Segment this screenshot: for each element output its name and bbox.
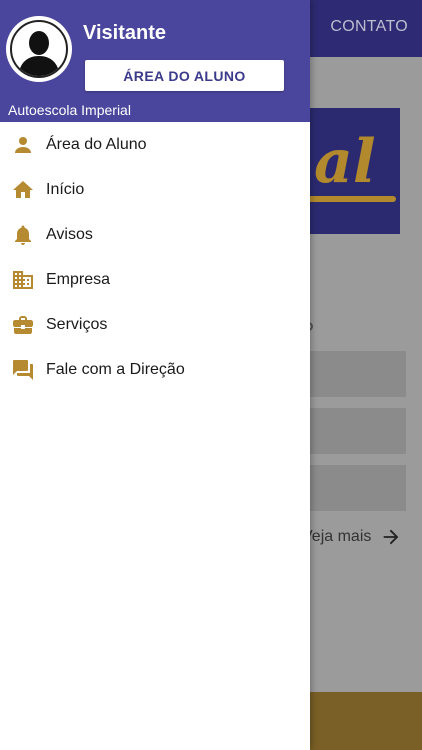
avatar[interactable] [6, 16, 72, 82]
user-name: Visitante [83, 22, 166, 44]
background-logo: al [310, 108, 400, 234]
background-list-row[interactable] [310, 465, 406, 511]
bell-icon [10, 222, 36, 248]
avatar-frame [10, 20, 68, 78]
background-list-row[interactable] [310, 408, 406, 454]
logo-swoosh [310, 196, 396, 202]
chat-icon [10, 357, 36, 383]
menu-item-inicio[interactable]: Início [0, 167, 310, 212]
drawer-header: Visitante ÁREA DO ALUNO Autoescola Imper… [0, 0, 310, 122]
menu-item-label: Empresa [46, 270, 111, 288]
area-do-aluno-button[interactable]: ÁREA DO ALUNO [85, 60, 284, 91]
menu-item-fale-com-a-direcao[interactable]: Fale com a Direção [0, 347, 310, 392]
drawer-menu: Área do Aluno Início Avisos Empresa Serv… [0, 122, 310, 392]
menu-item-label: Fale com a Direção [46, 360, 185, 378]
menu-item-area-do-aluno[interactable]: Área do Aluno [0, 122, 310, 167]
arrow-right-icon[interactable] [380, 526, 402, 548]
background-list-row[interactable] [310, 351, 406, 397]
veja-mais-link[interactable]: Veja mais [302, 528, 371, 546]
menu-item-servicos[interactable]: Serviços [0, 302, 310, 347]
menu-item-label: Área do Aluno [46, 135, 147, 153]
person-silhouette-icon [18, 31, 60, 76]
menu-item-avisos[interactable]: Avisos [0, 212, 310, 257]
briefcase-icon [10, 312, 36, 338]
menu-item-label: Avisos [46, 225, 93, 243]
building-icon [10, 267, 36, 293]
menu-item-label: Início [46, 180, 85, 198]
navigation-drawer: Visitante ÁREA DO ALUNO Autoescola Imper… [0, 0, 310, 750]
menu-item-label: Serviços [46, 315, 108, 333]
menu-item-empresa[interactable]: Empresa [0, 257, 310, 302]
person-icon [10, 132, 36, 158]
home-icon [10, 177, 36, 203]
logo-lettering: al [314, 127, 376, 197]
contato-tab[interactable]: CONTATO [330, 18, 408, 36]
organization-name: Autoescola Imperial [8, 102, 131, 118]
